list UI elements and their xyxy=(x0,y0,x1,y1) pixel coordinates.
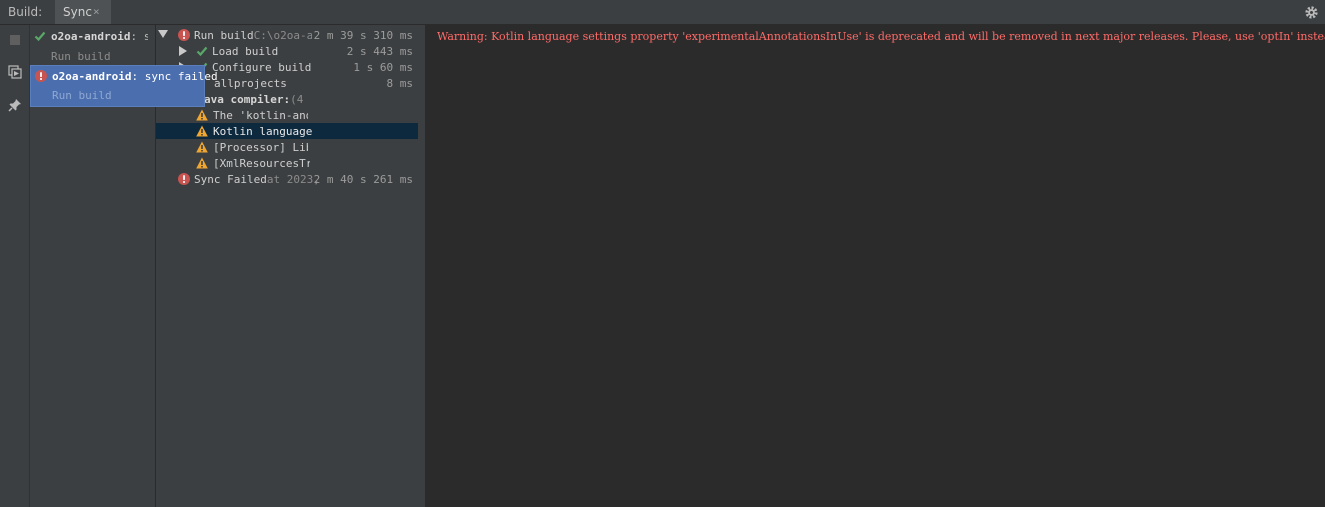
tree-row-warning[interactable]: [Processor] Libr xyxy=(156,139,425,155)
tree-row-run-build[interactable]: Run build C:\o2oa-a 2 m 39 s 310 ms xyxy=(156,27,425,43)
pin-icon[interactable] xyxy=(8,98,22,112)
tree-time: 2 m 39 s 310 ms xyxy=(313,29,413,42)
tab-sync-label: Sync xyxy=(63,5,92,19)
tree-time: 8 ms xyxy=(386,77,414,90)
close-icon[interactable]: × xyxy=(93,5,100,18)
build-status: : sy xyxy=(130,30,149,43)
check-icon xyxy=(34,31,46,42)
tree-row-warning[interactable]: The 'kotlin-andr xyxy=(156,107,425,123)
side-toolbar xyxy=(0,25,30,507)
console-output[interactable]: Warning: Kotlin language settings proper… xyxy=(426,25,1325,507)
project-name: o2oa-android xyxy=(52,70,132,83)
tree-label: Run build xyxy=(194,29,254,42)
tree-label: [XmlResourcesTra xyxy=(213,157,310,170)
chevron-down-icon[interactable] xyxy=(158,30,168,38)
tree-label: allprojects xyxy=(214,77,287,90)
selected-build-item[interactable]: o2oa-android: sync failed Run build xyxy=(30,65,218,107)
error-icon xyxy=(35,70,47,82)
tool-window-title: Build: xyxy=(8,5,43,19)
tree-label: ava compiler: xyxy=(204,93,291,106)
run-build-label: Run build xyxy=(51,50,111,63)
tree-path: C:\o2oa-a xyxy=(253,29,312,42)
warning-icon xyxy=(196,109,208,121)
tree-time: 2 m 40 s 261 ms xyxy=(313,173,413,186)
tree-time: 1 s 60 ms xyxy=(353,61,413,74)
build-status: : sync failed xyxy=(131,70,218,83)
error-icon xyxy=(178,173,190,185)
project-name: o2oa-android xyxy=(51,30,131,43)
tree-row-warning[interactable]: [XmlResourcesTra xyxy=(156,155,425,171)
tree-label: [Processor] Libr xyxy=(213,141,308,154)
stop-icon[interactable] xyxy=(8,33,22,47)
tree-time: 2 s 443 ms xyxy=(346,45,413,58)
error-icon xyxy=(178,29,190,41)
tree-row-warning-selected[interactable]: Kotlin language xyxy=(156,123,418,139)
tree-label: Kotlin language xyxy=(213,125,313,138)
warning-icon xyxy=(196,125,208,137)
gear-icon[interactable] xyxy=(1304,5,1319,20)
toggle-view-icon[interactable] xyxy=(8,65,22,79)
tree-label: Load build xyxy=(212,45,279,58)
tree-row-load-build[interactable]: Load build 2 s 443 ms xyxy=(156,43,425,59)
tool-window-header: Build: Sync × xyxy=(0,0,1325,25)
chevron-right-icon[interactable] xyxy=(179,46,187,56)
tab-sync[interactable]: Sync × xyxy=(55,0,111,24)
console-warning-line: Warning: Kotlin language settings proper… xyxy=(437,30,1325,43)
check-icon xyxy=(196,46,208,57)
tree-label: Sync Failed xyxy=(194,173,267,186)
tree-row-sync-failed[interactable]: Sync Failed at 2023, 2 m 40 s 261 ms xyxy=(156,171,425,187)
tree-detail: (4 xyxy=(290,93,304,106)
warning-icon xyxy=(196,157,208,169)
warning-icon xyxy=(196,141,208,153)
tree-label: Configure build xyxy=(212,61,312,74)
run-build-label: Run build xyxy=(52,89,112,102)
tree-label: The 'kotlin-andr xyxy=(213,109,308,122)
